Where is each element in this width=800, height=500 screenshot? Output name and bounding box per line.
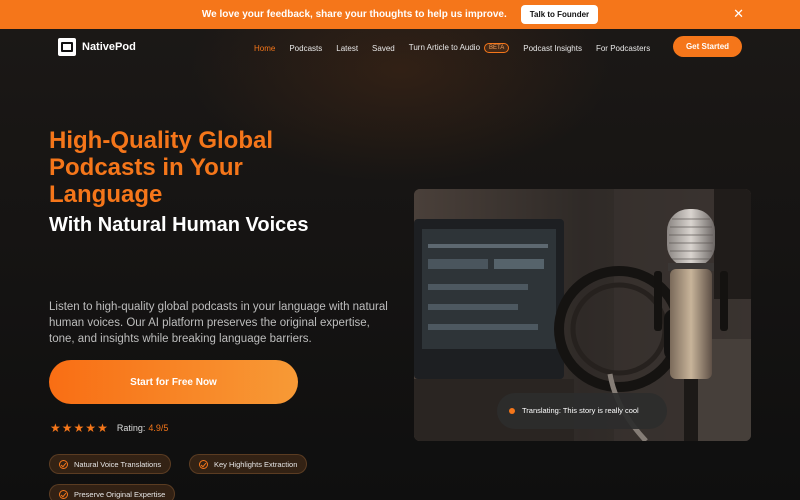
feedback-banner: We love your feedback, share your though…: [0, 0, 800, 29]
close-icon[interactable]: ✕: [733, 7, 744, 21]
start-for-free-button[interactable]: Start for Free Now: [49, 360, 298, 404]
status-dot-icon: [509, 408, 515, 414]
nav-link-podcasts[interactable]: Podcasts: [289, 44, 322, 53]
nav-link-home[interactable]: Home: [254, 44, 275, 53]
talk-to-founder-button[interactable]: Talk to Founder: [520, 5, 599, 24]
rating-label: Rating:: [116, 423, 146, 433]
hero-description: Listen to high-quality global podcasts i…: [49, 301, 388, 345]
nav-link-for-podcasters[interactable]: For Podcasters: [596, 44, 650, 53]
banner-message: We love your feedback, share your though…: [201, 9, 507, 20]
rating: ★ ★ ★ ★ ★ Rating: 4.9/5: [50, 422, 168, 434]
hero-title: High-Quality Global Podcasts in Your Lan…: [49, 127, 274, 208]
feature-chip-label: Preserve Original Expertise: [74, 489, 166, 499]
logo[interactable]: NativePod: [58, 38, 136, 56]
page: NativePod Home Podcasts Latest Saved Tur…: [0, 29, 800, 500]
check-circle-icon: [199, 459, 208, 469]
nav-link-label: Turn Article to Audio: [408, 43, 481, 52]
logo-icon: [58, 38, 76, 56]
star-icon: ★: [85, 421, 97, 435]
nav-link-turn-article-to-audio[interactable]: Turn Article to Audio BETA: [409, 43, 510, 53]
get-started-button[interactable]: Get Started: [673, 36, 742, 57]
star-icon: ★: [97, 421, 108, 435]
beta-badge: BETA: [484, 43, 510, 53]
logo-text: NativePod: [82, 41, 136, 53]
nav-link-latest[interactable]: Latest: [336, 44, 358, 53]
feature-chip-label: Natural Voice Translations: [74, 459, 162, 469]
star-icon: ★: [50, 421, 61, 435]
nav-link-saved[interactable]: Saved: [372, 44, 395, 53]
star-icon: ★: [61, 421, 73, 435]
top-nav: NativePod Home Podcasts Latest Saved Tur…: [0, 29, 800, 67]
translation-status-pill: Translating: This story is really cool: [497, 393, 667, 429]
check-circle-icon: [59, 459, 68, 469]
translation-status-text: Translating: This story is really cool: [522, 406, 639, 415]
check-circle-icon: [59, 489, 68, 499]
nav-link-podcast-insights[interactable]: Podcast Insights: [523, 44, 582, 53]
feature-chip-label: Key Highlights Extraction: [214, 459, 298, 469]
rating-stars: ★ ★ ★ ★ ★: [50, 422, 109, 434]
star-icon: ★: [73, 421, 85, 435]
feature-chip: Natural Voice Translations: [49, 454, 172, 474]
feature-chip: Key Highlights Extraction: [189, 454, 308, 474]
rating-value: 4.9/5: [148, 423, 169, 433]
hero-subtitle: With Natural Human Voices: [49, 214, 309, 236]
feature-chip: Preserve Original Expertise: [49, 484, 176, 500]
nav-links: Home Podcasts Latest Saved Turn Article …: [254, 43, 664, 53]
